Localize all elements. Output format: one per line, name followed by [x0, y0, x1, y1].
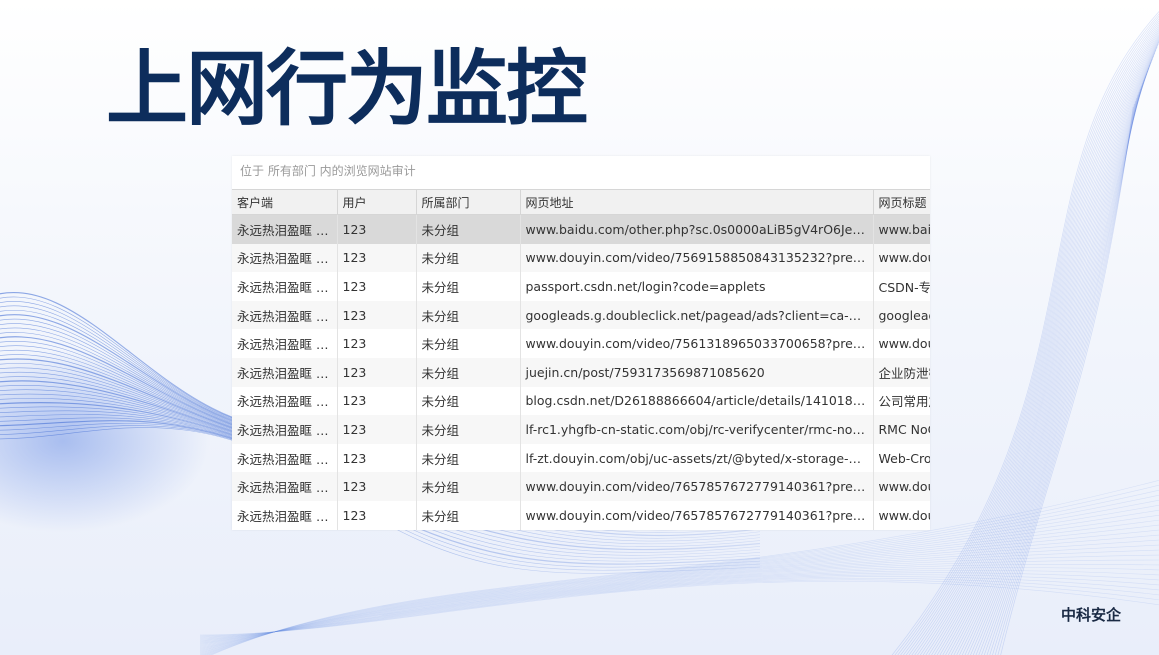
cell-url: lf-zt.douyin.com/obj/uc-assets/zt/@byted… [520, 443, 874, 473]
cell-dept: 未分组 [416, 472, 521, 501]
cell-dept: 未分组 [416, 243, 521, 273]
cell-user: 123 [337, 329, 417, 358]
cell-page-title: www.douy [873, 500, 930, 530]
cell-client: 永远热泪盈眶 (1... [232, 243, 338, 273]
cell-user: 123 [337, 300, 417, 330]
table-row[interactable]: 永远热泪盈眶 (1... 123 未分组 juejin.cn/post/7593173… [232, 357, 930, 387]
cell-page-title: www.douy [873, 329, 930, 358]
cell-url: passport.csdn.net/login?code=applets [520, 272, 874, 301]
cell-client: 永远热泪盈眶 (1... [232, 386, 338, 416]
cell-dept: 未分组 [416, 415, 521, 444]
cell-client: 永远热泪盈眶 (1... [232, 443, 338, 473]
cell-url: googleads.g.doubleclick.net/pagead/ads?c… [520, 300, 874, 330]
cell-user: 123 [337, 443, 417, 473]
cell-dept: 未分组 [416, 272, 521, 301]
cell-client: 永远热泪盈眶 (1... [232, 357, 338, 387]
column-header-dept[interactable]: 所属部门 [416, 189, 521, 215]
cell-page-title: CSDN-专业 [873, 272, 930, 301]
cell-user: 123 [337, 243, 417, 273]
column-header-client[interactable]: 客户端 [232, 189, 338, 215]
cell-dept: 未分组 [416, 357, 521, 387]
cell-user: 123 [337, 386, 417, 416]
column-header-url[interactable]: 网页地址 [520, 189, 874, 215]
cell-url: juejin.cn/post/7593173569871085620 [520, 357, 874, 387]
cell-dept: 未分组 [416, 386, 521, 416]
table-row[interactable]: 永远热泪盈眶 (1... 123 未分组 www.douyin.com/video/7… [232, 329, 930, 358]
cell-user: 123 [337, 415, 417, 444]
cell-client: 永远热泪盈眶 (1... [232, 500, 338, 530]
cell-user: 123 [337, 472, 417, 501]
table-row[interactable]: 永远热泪盈眶 (1... 123 未分组 googleads.g.doubleclic… [232, 300, 930, 330]
table-row[interactable]: 永远热泪盈眶 (1... 123 未分组 lf-zt.douyin.com/obj/u… [232, 443, 930, 473]
cell-url: www.douyin.com/video/7561318965033700658… [520, 329, 874, 358]
table-row[interactable]: 永远热泪盈眶 (1... 123 未分组 passport.csdn.net/logi… [232, 272, 930, 301]
cell-client: 永远热泪盈眶 (1... [232, 472, 338, 501]
audit-table: 客户端 用户 所属部门 网页地址 网页标题 永远热泪盈眶 (1... 123 未分组… [232, 189, 930, 530]
table-row[interactable]: 永远热泪盈眶 (1... 123 未分组 www.douyin.com/video/7… [232, 243, 930, 273]
cell-user: 123 [337, 500, 417, 530]
cell-dept: 未分组 [416, 443, 521, 473]
cell-url: www.baidu.com/other.php?sc.0s0000aLiB5gV… [520, 214, 874, 244]
cell-dept: 未分组 [416, 300, 521, 330]
cell-url: www.douyin.com/video/7657857672779140361… [520, 472, 874, 501]
table-row[interactable]: 永远热泪盈眶 (1... 123 未分组 blog.csdn.net/D2618886… [232, 386, 930, 416]
table-row[interactable]: 永远热泪盈眶 (1... 123 未分组 www.douyin.com/video/7… [232, 472, 930, 501]
table-header-row: 客户端 用户 所属部门 网页地址 网页标题 [232, 189, 930, 215]
audit-table-panel: 位于 所有部门 内的浏览网站审计 客户端 用户 所属部门 网页地址 网页标题 永… [232, 156, 930, 530]
cell-url: blog.csdn.net/D26188866604/article/detai… [520, 386, 874, 416]
table-row[interactable]: 永远热泪盈眶 (1... 123 未分组 www.douyin.com/video/7… [232, 500, 930, 530]
cell-page-title: Web-Cros [873, 443, 930, 473]
cell-page-title: www.douy [873, 472, 930, 501]
cell-url: www.douyin.com/video/7569158850843135232… [520, 243, 874, 273]
cell-url: lf-rc1.yhgfb-cn-static.com/obj/rc-verify… [520, 415, 874, 444]
column-header-page-title[interactable]: 网页标题 [873, 189, 930, 215]
cell-dept: 未分组 [416, 214, 521, 244]
cell-page-title: googleads [873, 300, 930, 330]
table-row[interactable]: 永远热泪盈眶 (1... 123 未分组 lf-rc1.yhgfb-cn-static… [232, 415, 930, 444]
brand-logo-text: 中科安企 [1061, 606, 1122, 624]
cell-page-title: RMC NoC [873, 415, 930, 444]
cell-dept: 未分组 [416, 500, 521, 530]
cell-client: 永远热泪盈眶 (1... [232, 214, 338, 244]
cell-page-title: www.douy [873, 243, 930, 273]
cell-page-title: 企业防泄密 [873, 357, 930, 387]
cell-user: 123 [337, 272, 417, 301]
table-caption: 位于 所有部门 内的浏览网站审计 [240, 164, 416, 178]
table-row[interactable]: 永远热泪盈眶 (1... 123 未分组 www.baidu.com/other.ph… [232, 214, 930, 244]
cell-url: www.douyin.com/video/7657857672779140361… [520, 500, 874, 530]
cell-dept: 未分组 [416, 329, 521, 358]
cell-page-title: www.baidu [873, 214, 930, 244]
cell-page-title: 公司常用加 [873, 386, 930, 416]
cell-user: 123 [337, 357, 417, 387]
cell-client: 永远热泪盈眶 (1... [232, 272, 338, 301]
column-header-user[interactable]: 用户 [337, 189, 417, 215]
cell-user: 123 [337, 214, 417, 244]
page-title: 上网行为监控 [106, 42, 588, 137]
cell-client: 永远热泪盈眶 (1... [232, 300, 338, 330]
cell-client: 永远热泪盈眶 (1... [232, 415, 338, 444]
cell-client: 永远热泪盈眶 (1... [232, 329, 338, 358]
